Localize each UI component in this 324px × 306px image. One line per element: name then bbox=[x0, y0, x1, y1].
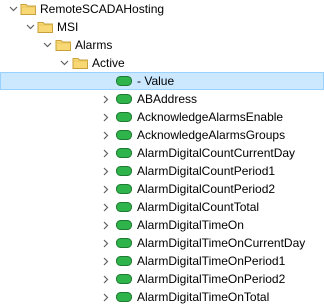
tree-node-acknowledgealarmsgroups[interactable]: AcknowledgeAlarmsGroups bbox=[0, 126, 324, 144]
folder-icon bbox=[37, 18, 55, 36]
tree-node-value[interactable]: - Value bbox=[0, 72, 324, 90]
tree-node-label: ABAddress bbox=[137, 92, 198, 106]
tree-node-msi[interactable]: MSI bbox=[0, 18, 324, 36]
folder-icon bbox=[20, 0, 38, 18]
tree-node-alarmdigitaltimeon[interactable]: AlarmDigitalTimeOn bbox=[0, 216, 324, 234]
tree-node-label: AlarmDigitalCountCurrentDay bbox=[137, 146, 296, 160]
tree-node-label: AlarmDigitalTimeOnTotal bbox=[137, 290, 270, 304]
tree-node-label: Active bbox=[92, 56, 125, 70]
tree-node-label: AlarmDigitalCountTotal bbox=[137, 200, 260, 214]
folder-icon bbox=[72, 54, 90, 72]
tree-node-acknowledgealarmsenable[interactable]: AcknowledgeAlarmsEnable bbox=[0, 108, 324, 126]
tree-node-label: AlarmDigitalCountPeriod1 bbox=[137, 164, 276, 178]
tree-node-label: Alarms bbox=[75, 38, 113, 52]
tag-icon bbox=[116, 234, 132, 252]
chevron-right-icon[interactable] bbox=[100, 126, 112, 144]
chevron-down-icon[interactable] bbox=[58, 54, 70, 72]
tree-node-active[interactable]: Active bbox=[0, 54, 324, 72]
tag-icon bbox=[116, 108, 132, 126]
chevron-right-icon[interactable] bbox=[100, 216, 112, 234]
tag-icon bbox=[116, 126, 132, 144]
tag-icon bbox=[116, 270, 132, 288]
chevron-right-icon[interactable] bbox=[100, 180, 112, 198]
chevron-right-icon[interactable] bbox=[100, 234, 112, 252]
tree-node-remotescadahosting[interactable]: RemoteSCADAHosting bbox=[0, 0, 324, 18]
tree-node-label: AlarmDigitalTimeOnPeriod1 bbox=[137, 254, 286, 268]
chevron-right-icon[interactable] bbox=[100, 90, 112, 108]
folder-icon bbox=[55, 36, 73, 54]
tree-node-label: AlarmDigitalCountPeriod2 bbox=[137, 182, 276, 196]
tree-node-label: RemoteSCADAHosting bbox=[40, 2, 165, 16]
tag-icon bbox=[116, 144, 132, 162]
tag-browser-tree: RemoteSCADAHosting MSI Alarms Active - V… bbox=[0, 0, 324, 306]
tree-node-label: MSI bbox=[57, 20, 79, 34]
chevron-right-icon[interactable] bbox=[100, 198, 112, 216]
tag-icon bbox=[116, 288, 132, 306]
tag-icon bbox=[116, 198, 132, 216]
tree-node-label: - Value bbox=[137, 74, 175, 88]
tree-node-label: AlarmDigitalTimeOnPeriod2 bbox=[137, 272, 286, 286]
tag-icon bbox=[116, 90, 132, 108]
tag-icon bbox=[116, 162, 132, 180]
chevron-down-icon[interactable] bbox=[24, 18, 36, 36]
tag-icon bbox=[116, 216, 132, 234]
tree-node-alarmdigitaltimeontotal[interactable]: AlarmDigitalTimeOnTotal bbox=[0, 288, 324, 306]
tree-node-label: AcknowledgeAlarmsEnable bbox=[137, 110, 284, 124]
chevron-right-icon[interactable] bbox=[100, 288, 112, 306]
chevron-right-icon[interactable] bbox=[100, 162, 112, 180]
tree-node-alarmdigitalcounttotal[interactable]: AlarmDigitalCountTotal bbox=[0, 198, 324, 216]
chevron-right-icon[interactable] bbox=[100, 144, 112, 162]
tag-icon bbox=[116, 180, 132, 198]
tag-icon bbox=[116, 72, 132, 90]
tree-node-label: AlarmDigitalTimeOnCurrentDay bbox=[137, 236, 306, 250]
chevron-right-icon[interactable] bbox=[100, 108, 112, 126]
chevron-right-icon[interactable] bbox=[100, 270, 112, 288]
tag-icon bbox=[116, 252, 132, 270]
tree-node-alarmdigitalcountperiod2[interactable]: AlarmDigitalCountPeriod2 bbox=[0, 180, 324, 198]
chevron-right-icon[interactable] bbox=[100, 252, 112, 270]
tree-node-alarmdigitaltimeoncurrentday[interactable]: AlarmDigitalTimeOnCurrentDay bbox=[0, 234, 324, 252]
chevron-down-icon[interactable] bbox=[41, 36, 53, 54]
tree-node-label: AlarmDigitalTimeOn bbox=[137, 218, 244, 232]
tree-node-alarmdigitaltimeonperiod2[interactable]: AlarmDigitalTimeOnPeriod2 bbox=[0, 270, 324, 288]
tree-node-alarms[interactable]: Alarms bbox=[0, 36, 324, 54]
tree-node-abaddress[interactable]: ABAddress bbox=[0, 90, 324, 108]
tree-node-label: AcknowledgeAlarmsGroups bbox=[137, 128, 286, 142]
tree-node-alarmdigitalcountperiod1[interactable]: AlarmDigitalCountPeriod1 bbox=[0, 162, 324, 180]
tree-node-alarmdigitalcountcurrentday[interactable]: AlarmDigitalCountCurrentDay bbox=[0, 144, 324, 162]
tree-node-alarmdigitaltimeonperiod1[interactable]: AlarmDigitalTimeOnPeriod1 bbox=[0, 252, 324, 270]
chevron-down-icon[interactable] bbox=[7, 0, 19, 18]
